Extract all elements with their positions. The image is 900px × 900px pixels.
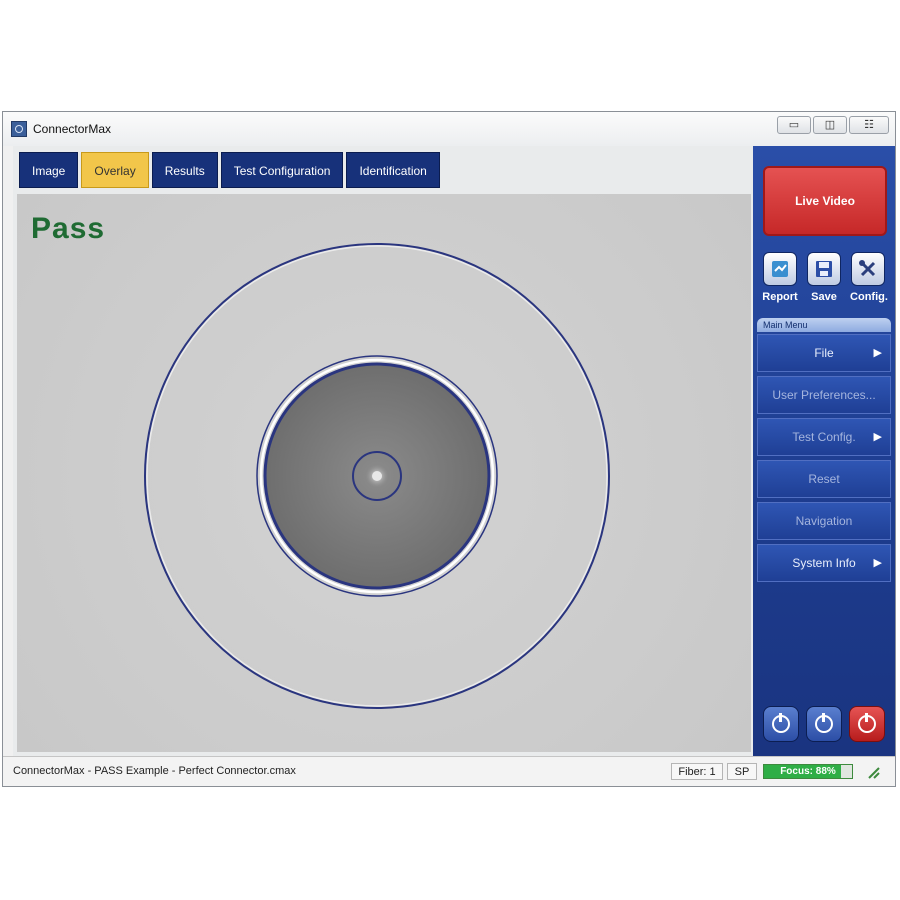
chevron-right-icon: ▶: [873, 557, 882, 569]
report-button[interactable]: [763, 252, 797, 286]
menu-item-file[interactable]: File ▶: [757, 334, 891, 372]
app-logo-icon: [11, 121, 27, 137]
config-button[interactable]: [851, 252, 885, 286]
shutdown-button[interactable]: [849, 706, 885, 742]
menu-item-label: System Info: [792, 556, 856, 570]
menu-item-test-config[interactable]: Test Config. ▶: [757, 418, 891, 456]
tab-identification[interactable]: Identification: [346, 152, 440, 188]
status-bar: ConnectorMax - PASS Example - Perfect Co…: [3, 756, 895, 786]
report-label: Report: [762, 291, 798, 303]
maximize-button[interactable]: ◫: [813, 116, 847, 134]
fiber-overlay: [144, 243, 610, 709]
save-button[interactable]: [807, 252, 841, 286]
tab-bar: Image Overlay Results Test Configuration…: [19, 152, 443, 188]
report-icon: [772, 261, 788, 277]
main-menu-header: Main Menu: [757, 318, 891, 332]
menu-item-reset[interactable]: Reset: [757, 460, 891, 498]
tab-test-configuration[interactable]: Test Configuration: [220, 152, 344, 188]
pass-verdict: Pass: [31, 212, 106, 245]
menu-item-navigation[interactable]: Navigation: [757, 502, 891, 540]
close-button[interactable]: ☷: [849, 116, 889, 134]
focus-meter: Focus: 88%: [763, 764, 853, 779]
resize-grip-icon[interactable]: [865, 764, 881, 780]
minimize-button[interactable]: ▭: [777, 116, 811, 134]
power-icon: [772, 713, 790, 733]
chevron-right-icon: ▶: [873, 431, 882, 443]
status-file-name: ConnectorMax - PASS Example - Perfect Co…: [13, 765, 296, 777]
menu-item-label: User Preferences...: [772, 388, 876, 402]
tools-icon: [859, 260, 876, 277]
menu-item-label: Navigation: [795, 514, 853, 528]
menu-item-label: File: [814, 346, 834, 360]
chevron-right-icon: ▶: [873, 347, 882, 359]
tab-overlay[interactable]: Overlay: [81, 152, 149, 188]
standby-button[interactable]: [763, 706, 799, 742]
menu-item-label: Test Config.: [792, 430, 856, 444]
window-title: ConnectorMax: [33, 122, 112, 136]
save-icon: [816, 261, 832, 277]
title-bar[interactable]: ConnectorMax ▭ ◫ ☷: [3, 112, 895, 146]
power-icon: [815, 713, 833, 733]
menu-item-user-preferences[interactable]: User Preferences...: [757, 376, 891, 414]
fiber-indicator: Fiber: 1: [671, 763, 723, 780]
power-icon: [858, 713, 876, 733]
control-panel: Live Video Report Save Config. Main Menu…: [753, 146, 895, 756]
core-center: [372, 471, 382, 481]
menu-item-label: Reset: [808, 472, 840, 486]
live-video-button[interactable]: Live Video: [763, 166, 887, 236]
connector-image-view[interactable]: Pass: [17, 194, 751, 752]
restart-button[interactable]: [806, 706, 842, 742]
application-window: ConnectorMax ▭ ◫ ☷ Image Overlay Results…: [2, 111, 896, 787]
tab-results[interactable]: Results: [151, 152, 218, 188]
mode-indicator: SP: [727, 763, 757, 780]
focus-meter-label: Focus: 88%: [780, 766, 836, 777]
menu-item-system-info[interactable]: System Info ▶: [757, 544, 891, 582]
tab-image[interactable]: Image: [19, 152, 79, 188]
save-label: Save: [811, 291, 837, 303]
main-content: Image Overlay Results Test Configuration…: [13, 146, 753, 756]
config-label: Config.: [850, 291, 888, 303]
